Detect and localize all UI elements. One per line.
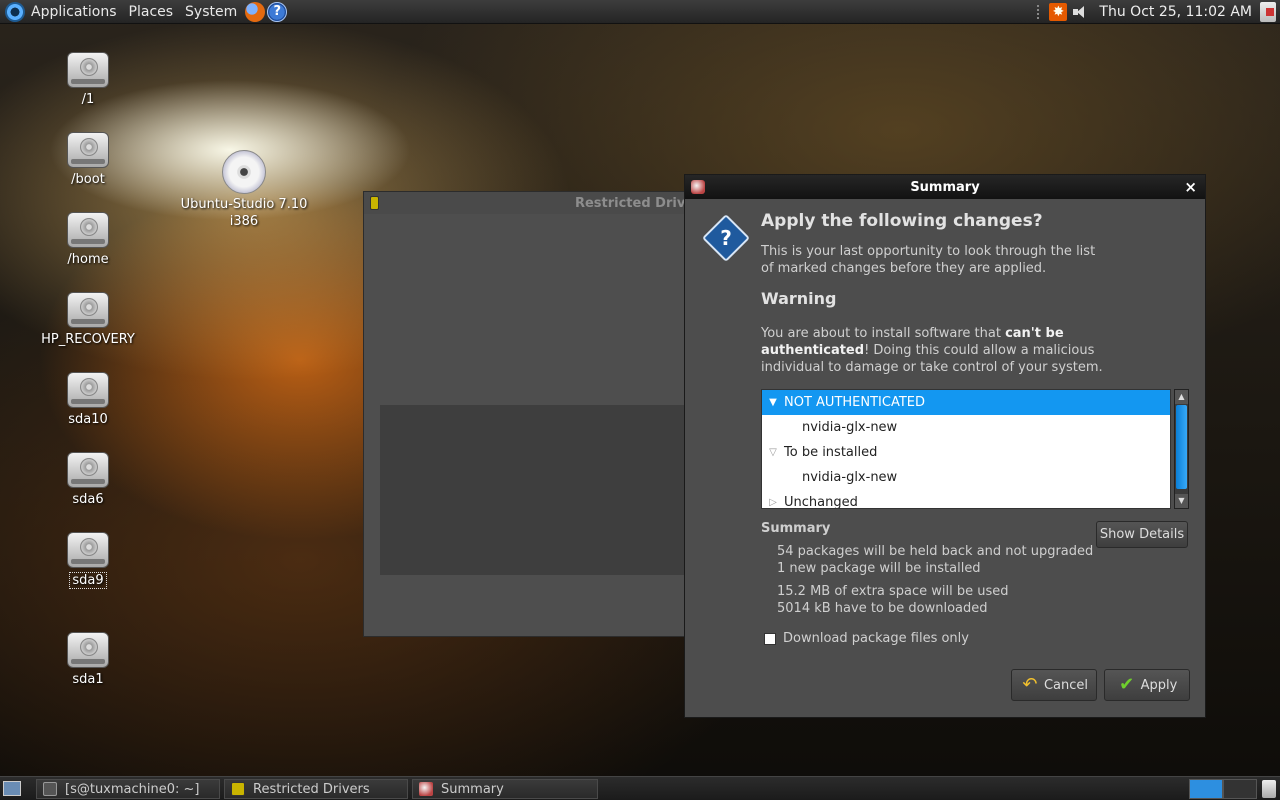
drive-icon <box>67 292 109 328</box>
desktop-icon-label: sda9 <box>69 572 107 589</box>
desktop-drive-sda9[interactable]: sda9 <box>33 532 143 589</box>
show-details-button[interactable]: Show Details <box>1096 521 1188 548</box>
apply-button[interactable]: ✔ Apply <box>1104 669 1190 701</box>
summary-dialog: Summary × ? Apply the following changes?… <box>684 174 1206 718</box>
menu-places[interactable]: Places <box>123 4 180 20</box>
workspace-switcher[interactable] <box>1189 779 1257 799</box>
drive-icon <box>67 452 109 488</box>
summary-line: 54 packages will be held back and not up… <box>777 544 1094 559</box>
expander-open-icon[interactable]: ▼ <box>762 397 784 408</box>
top-panel: Applications Places System ? ✸ Thu Oct 2… <box>0 0 1280 24</box>
trash-icon[interactable] <box>1262 780 1276 798</box>
desktop-icon-label: /home <box>67 252 109 267</box>
intro-text: This is your last opportunity to look th… <box>761 244 1096 276</box>
update-notifier-icon[interactable]: ✸ <box>1049 3 1068 21</box>
checkmark-icon: ✔ <box>1119 674 1135 695</box>
download-only-checkbox[interactable] <box>764 633 776 645</box>
show-desktop-icon[interactable] <box>3 781 21 796</box>
workspace-1[interactable] <box>1189 779 1223 799</box>
desktop-cd-ubuntu-studio[interactable]: Ubuntu-Studio 7.10 i386 <box>174 150 314 230</box>
tree-row-to-be-installed[interactable]: ▽ To be installed <box>762 440 1170 465</box>
question-mark: ? <box>720 226 732 250</box>
undo-icon: ↶ <box>1022 674 1038 695</box>
tree-scrollbar[interactable]: ▲ ▼ <box>1174 389 1189 509</box>
restricted-drivers-title: Restricted Drivers Manager <box>574 195 692 211</box>
taskbar-item-terminal[interactable]: [s@tuxmachine0: ~] <box>36 779 220 799</box>
firefox-icon[interactable] <box>245 1 266 22</box>
desktop-icon-label: /boot <box>71 172 105 187</box>
clock[interactable]: Thu Oct 25, 11:02 AM <box>1099 4 1252 20</box>
cancel-button[interactable]: ↶ Cancel <box>1011 669 1097 701</box>
restricted-drivers-icon <box>370 196 379 210</box>
tree-row-package[interactable]: nvidia-glx-new <box>762 465 1170 490</box>
drive-icon <box>67 532 109 568</box>
restricted-drivers-content <box>380 405 690 575</box>
tree-row-package[interactable]: nvidia-glx-new <box>762 415 1170 440</box>
scroll-thumb[interactable] <box>1176 405 1187 489</box>
help-icon[interactable]: ? <box>267 1 288 22</box>
scroll-up-icon[interactable]: ▲ <box>1175 390 1188 404</box>
dialog-heading: Apply the following changes? <box>761 211 1043 231</box>
cd-label-line2: i386 <box>229 214 259 229</box>
taskbar-item-restricted-drivers[interactable]: Restricted Drivers <box>224 779 408 799</box>
download-only-label[interactable]: Download package files only <box>783 631 969 646</box>
warning-text: You are about to install software that c… <box>761 326 1103 375</box>
drive-icon <box>67 212 109 248</box>
scroll-down-icon[interactable]: ▼ <box>1175 494 1188 508</box>
desktop-icon-label: sda10 <box>68 412 108 427</box>
desktop-drive-boot[interactable]: /boot <box>33 132 143 187</box>
desktop-drive-sda1[interactable]: sda1 <box>33 632 143 687</box>
volume-icon[interactable] <box>1073 5 1087 19</box>
cd-label-line1: Ubuntu-Studio 7.10 <box>180 197 308 212</box>
restricted-drivers-icon <box>231 782 245 796</box>
summary-line: 5014 kB have to be downloaded <box>777 601 988 616</box>
drive-icon <box>67 52 109 88</box>
summary-line: 1 new package will be installed <box>777 561 981 576</box>
cd-icon <box>222 150 266 194</box>
menu-system[interactable]: System <box>179 4 243 20</box>
logout-icon[interactable] <box>1260 2 1276 22</box>
desktop-icon-label: sda6 <box>72 492 104 507</box>
expander-closed-icon[interactable]: ▷ <box>762 497 784 508</box>
bottom-panel: [s@tuxmachine0: ~] Restricted Drivers Su… <box>0 776 1280 800</box>
panel-handle <box>1037 5 1041 19</box>
changes-tree[interactable]: ▼ NOT AUTHENTICATED nvidia-glx-new ▽ To … <box>761 389 1171 509</box>
workspace-2[interactable] <box>1223 779 1257 799</box>
terminal-icon <box>43 782 57 796</box>
taskbar-item-summary[interactable]: Summary <box>412 779 598 799</box>
tree-row-unchanged[interactable]: ▷ Unchanged <box>762 490 1170 508</box>
desktop-drive-1[interactable]: /1 <box>33 52 143 107</box>
drive-icon <box>67 132 109 168</box>
menu-applications[interactable]: Applications <box>25 4 123 20</box>
desktop-drive-home[interactable]: /home <box>33 212 143 267</box>
restricted-drivers-titlebar[interactable]: Restricted Drivers Manager <box>364 192 692 214</box>
drive-icon <box>67 632 109 668</box>
close-icon[interactable]: × <box>1184 178 1197 196</box>
desktop-drive-hp-recovery[interactable]: HP_RECOVERY <box>33 292 143 347</box>
desktop-drive-sda10[interactable]: sda10 <box>33 372 143 427</box>
dialog-title: Summary <box>910 179 980 195</box>
expander-open-icon[interactable]: ▽ <box>762 447 784 458</box>
summary-line: 15.2 MB of extra space will be used <box>777 584 1009 599</box>
desktop-icon-label: Ubuntu-Studio 7.10 i386 <box>174 196 314 230</box>
tree-row-not-authenticated[interactable]: ▼ NOT AUTHENTICATED <box>762 390 1170 415</box>
restricted-drivers-window: Restricted Drivers Manager <box>363 191 693 637</box>
summary-label: Summary <box>761 521 831 536</box>
ubuntu-logo-icon[interactable] <box>5 1 25 22</box>
desktop-icon-label: HP_RECOVERY <box>41 332 135 347</box>
desktop-drive-sda6[interactable]: sda6 <box>33 452 143 507</box>
desktop-icon-label: sda1 <box>72 672 104 687</box>
summary-titlebar[interactable]: Summary × <box>685 175 1205 199</box>
warning-heading: Warning <box>761 289 837 308</box>
panel-tray: ✸ Thu Oct 25, 11:02 AM <box>1037 0 1280 24</box>
drive-icon <box>67 372 109 408</box>
synaptic-icon <box>419 782 433 796</box>
desktop-icon-label: /1 <box>81 92 95 107</box>
